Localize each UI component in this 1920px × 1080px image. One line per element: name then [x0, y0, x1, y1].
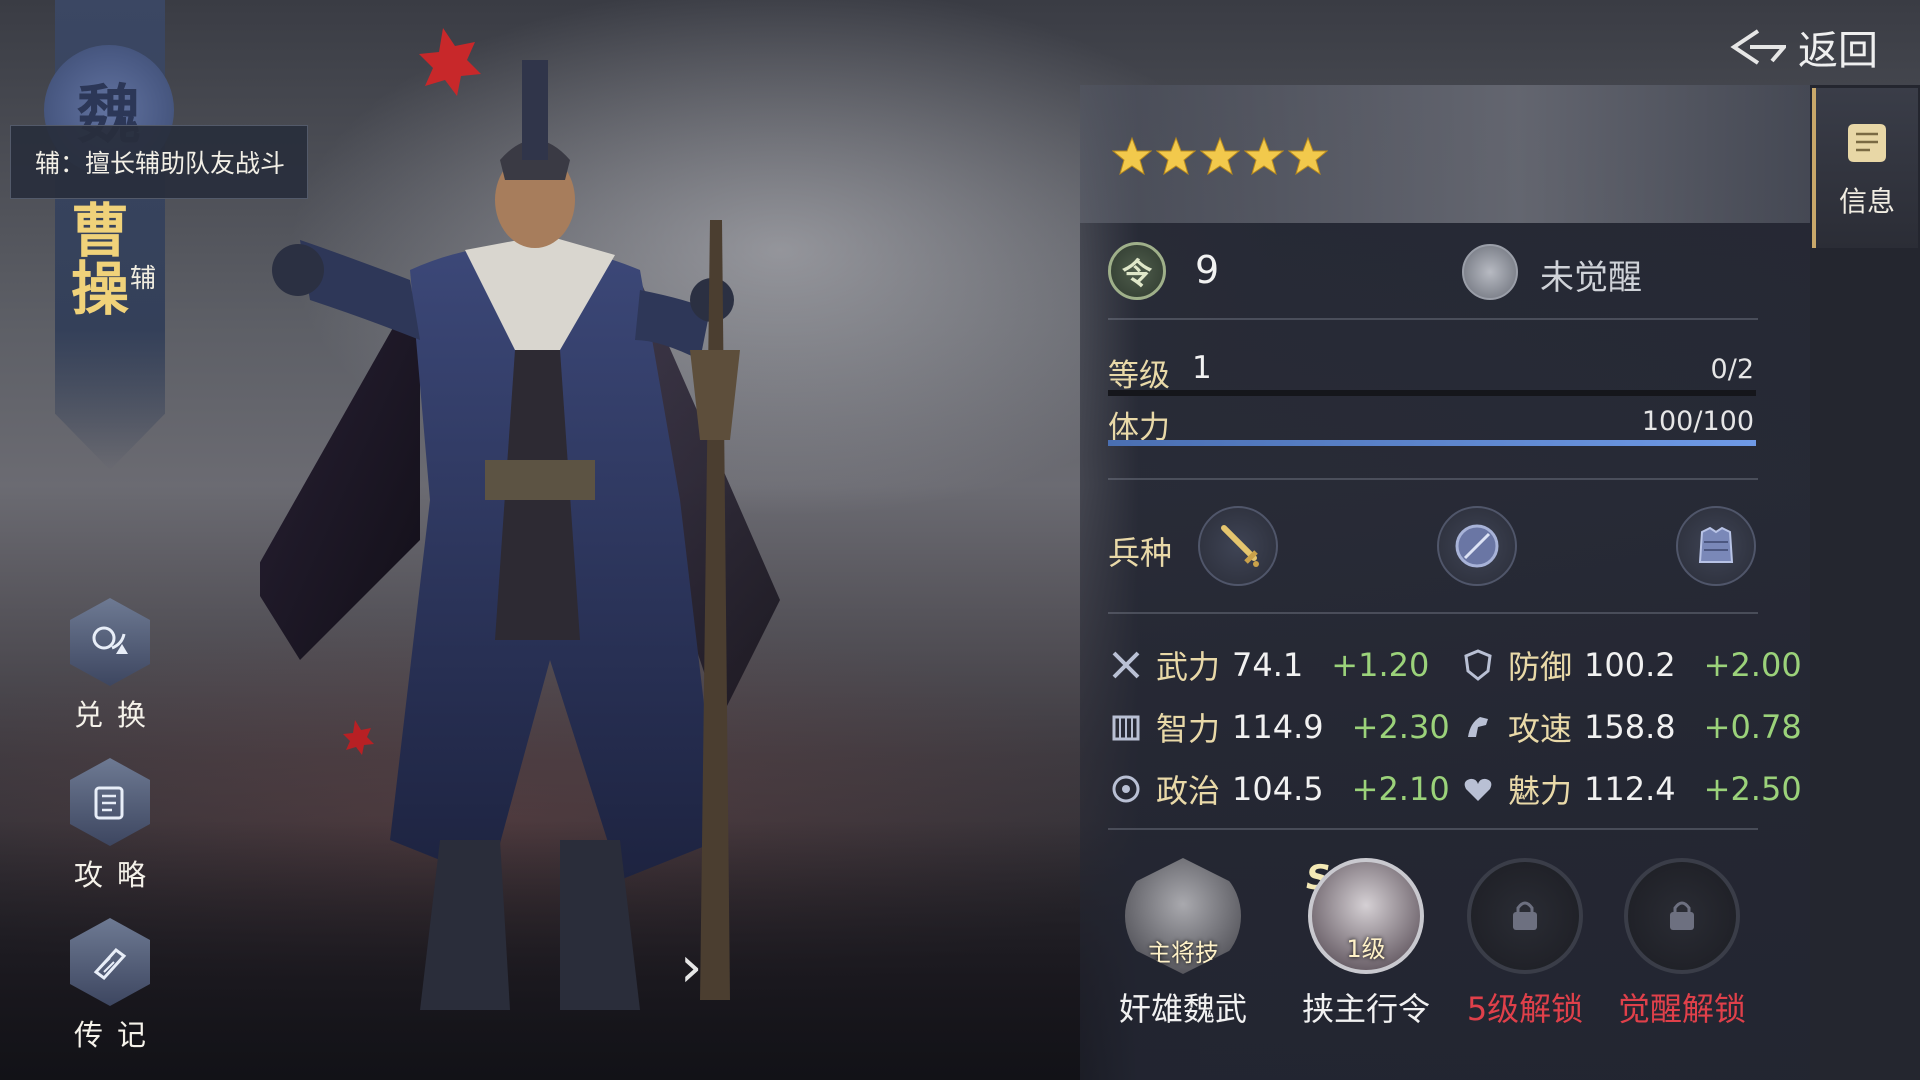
stat-force: 武力 74.1 +1.20: [1108, 642, 1429, 688]
level-progress-text: 0/2: [1710, 354, 1754, 385]
stat-bonus: +2.10: [1351, 770, 1450, 808]
exchange-label: 兑换: [74, 698, 161, 732]
stat-name: 防御: [1508, 648, 1573, 686]
role-tooltip: 辅：擅长辅助队友战斗: [10, 125, 308, 199]
stamina-progress-fill: [1108, 440, 1756, 446]
biography-book-icon: [70, 918, 150, 1006]
awaken-status: 未觉醒: [1540, 258, 1642, 298]
level-label: 等级: [1108, 358, 1170, 394]
skill-second[interactable]: 1级 挟主行令: [1296, 858, 1436, 1030]
exchange-icon: [70, 598, 150, 686]
character-model: [260, 28, 780, 1010]
divider: [1108, 478, 1758, 480]
shield-icon: [1464, 649, 1492, 681]
stat-name: 政治: [1156, 772, 1221, 810]
troop-label: 兵种: [1108, 534, 1173, 572]
skill-name: 奸雄魏武: [1118, 990, 1247, 1028]
stat-name: 武力: [1156, 648, 1221, 686]
stat-name: 攻速: [1508, 710, 1573, 748]
stat-value: 74.1: [1232, 646, 1304, 684]
troop-armor[interactable]: [1676, 506, 1756, 586]
divider: [1108, 318, 1758, 320]
lock-icon: [1624, 858, 1740, 974]
biography-label: 传记: [74, 1018, 161, 1052]
skill-slot-locked-awaken[interactable]: 觉醒解锁: [1612, 858, 1752, 1030]
seal-icon: [1112, 775, 1140, 803]
shield-icon: [1455, 524, 1499, 568]
tab-info[interactable]: 信息: [1812, 88, 1918, 248]
stat-value: 114.9: [1232, 708, 1324, 746]
guide-label: 攻略: [74, 858, 161, 892]
awaken-icon: [1462, 244, 1518, 300]
stat-attack-speed: 攻速 158.8 +0.78: [1460, 704, 1802, 750]
guide-scroll-icon: [70, 758, 150, 846]
skill-tag: 主将技: [1147, 939, 1219, 967]
stat-name: 智力: [1156, 710, 1221, 748]
horse-icon: [1468, 717, 1488, 737]
exchange-button[interactable]: 兑换: [60, 598, 160, 734]
stamina-progress-bar: [1108, 440, 1756, 446]
command-token-icon: 令: [1108, 242, 1166, 300]
skill-main[interactable]: 主将技 奸雄魏武: [1113, 858, 1253, 1030]
stat-bonus: +1.20: [1331, 646, 1430, 684]
armor-icon: [1698, 526, 1734, 563]
back-arrow-icon: [1730, 29, 1786, 65]
stamina-progress-text: 100/100: [1641, 406, 1754, 437]
divider: [1108, 612, 1758, 614]
skill-name: 觉醒解锁: [1617, 990, 1746, 1028]
crossed-swords-icon: [1112, 651, 1140, 679]
troop-sword[interactable]: [1198, 506, 1278, 586]
stat-bonus: +2.30: [1351, 708, 1450, 746]
heart-icon: [1464, 778, 1492, 801]
lock-icon: [1467, 858, 1583, 974]
skill-second-icon: 1级: [1308, 858, 1424, 974]
stat-defense: 防御 100.2 +2.00: [1460, 642, 1802, 688]
books-icon: [1112, 715, 1140, 741]
guide-button[interactable]: 攻略: [60, 758, 160, 894]
stat-politics: 政治 104.5 +2.10: [1108, 766, 1450, 812]
star-icon: [1112, 136, 1152, 176]
stat-value: 104.5: [1232, 770, 1324, 808]
role-tooltip-text: 辅：擅长辅助队友战斗: [35, 149, 286, 178]
skill-tag: 1级: [1346, 935, 1386, 963]
character-name: 曹操: [61, 200, 129, 316]
skill-main-icon: 主将技: [1125, 858, 1241, 974]
star-icon: [1244, 136, 1284, 176]
stat-bonus: +2.00: [1703, 646, 1802, 684]
star-icon: [1156, 136, 1196, 176]
back-label: 返回: [1798, 28, 1878, 74]
stat-value: 158.8: [1584, 708, 1676, 746]
level-value: 1: [1192, 350, 1212, 386]
command-token-value: 9: [1195, 248, 1220, 292]
star-rating: [1112, 136, 1328, 176]
stat-value: 112.4: [1584, 770, 1676, 808]
scroll-icon: [1848, 124, 1886, 162]
divider: [1108, 828, 1758, 830]
star-icon: [1288, 136, 1328, 176]
tab-info-label: 信息: [1838, 185, 1895, 218]
star-icon: [1200, 136, 1240, 176]
stat-value: 100.2: [1584, 646, 1676, 684]
skill-name: 5级解锁: [1466, 990, 1584, 1028]
biography-button[interactable]: 传记: [60, 918, 160, 1054]
next-character-arrow[interactable]: ›: [680, 935, 702, 1000]
back-button[interactable]: 返回: [1728, 18, 1878, 76]
stat-name: 魅力: [1508, 772, 1573, 810]
stat-bonus: +0.78: [1703, 708, 1802, 746]
skill-name: 挟主行令: [1301, 990, 1430, 1028]
character-role: 辅: [130, 264, 157, 294]
stat-bonus: +2.50: [1703, 770, 1802, 808]
skill-slot-locked-level[interactable]: 5级解锁: [1455, 858, 1595, 1030]
stat-intellect: 智力 114.9 +2.30: [1108, 704, 1450, 750]
sword-icon: [1221, 525, 1259, 567]
troop-shield[interactable]: [1437, 506, 1517, 586]
stat-charm: 魅力 112.4 +2.50: [1460, 766, 1802, 812]
level-progress-bar: [1108, 390, 1756, 396]
